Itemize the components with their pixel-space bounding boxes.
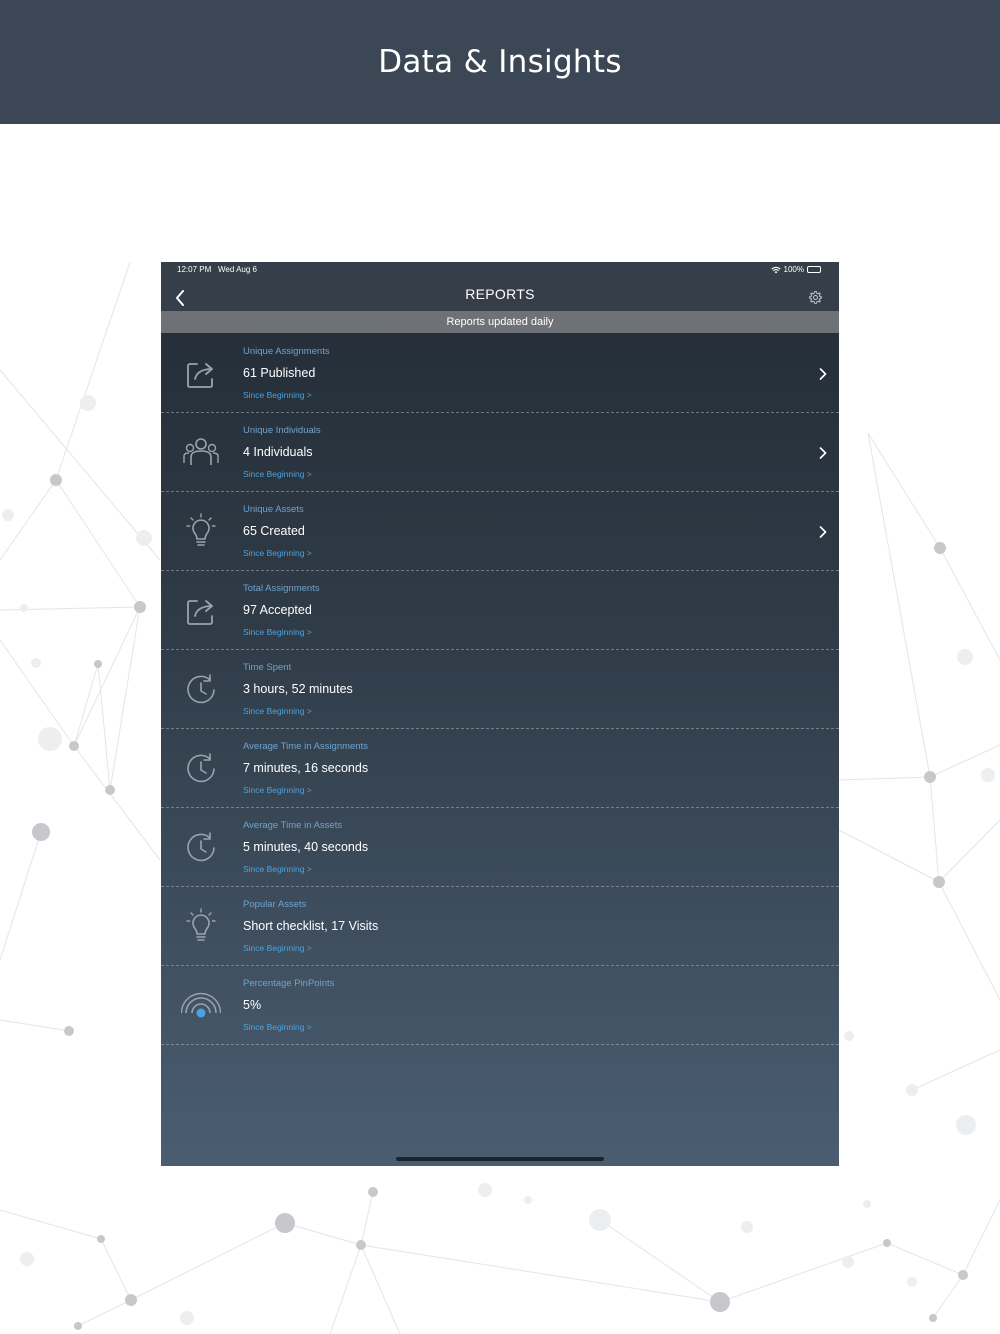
report-value: Short checklist, 17 Visits — [243, 919, 379, 933]
people-icon — [181, 433, 221, 473]
share-icon — [181, 354, 221, 394]
report-value: 4 Individuals — [243, 445, 313, 459]
report-value: 65 Created — [243, 524, 305, 538]
updated-banner: Reports updated daily — [161, 311, 839, 333]
report-label: Percentage PinPoints — [243, 978, 335, 989]
report-value: 7 minutes, 16 seconds — [243, 761, 369, 775]
report-row[interactable]: Unique Individuals 4 Individuals Since Beg… — [161, 413, 839, 492]
gear-icon — [808, 290, 822, 304]
report-label: Average Time in Assignments — [243, 741, 368, 752]
wifi-icon — [770, 266, 781, 273]
since-beginning-link[interactable]: Since Beginning > — [243, 390, 312, 400]
clock-icon — [181, 749, 221, 789]
ipad-screen: 12:07 PM Wed Aug 6 100% REPORTS Reports — [161, 262, 839, 1166]
report-value: 3 hours, 52 minutes — [243, 682, 353, 696]
report-row[interactable]: Unique Assignments 61 Published Since Begi… — [161, 334, 839, 413]
share-icon — [181, 591, 221, 631]
report-row: Average Time in Assets 5 minutes, 40 seco… — [161, 808, 839, 887]
settings-button[interactable] — [805, 287, 825, 307]
clock-icon — [181, 828, 221, 868]
report-label: Unique Individuals — [243, 425, 321, 436]
chevron-right-icon[interactable] — [817, 445, 829, 461]
page-title: REPORTS — [465, 286, 535, 302]
report-row: Average Time in Assignments 7 minutes, 16… — [161, 729, 839, 808]
since-beginning-link[interactable]: Since Beginning > — [243, 864, 312, 874]
chevron-left-icon — [176, 290, 184, 306]
lightbulb-icon — [181, 907, 221, 947]
report-label: Total Assignments — [243, 583, 320, 594]
battery-percent: 100% — [783, 265, 804, 274]
clock-icon — [181, 670, 221, 710]
banner: Data & Insights — [0, 0, 1000, 124]
report-row: Popular Assets Short checklist, 17 Visits… — [161, 887, 839, 966]
report-row: Percentage PinPoints 5% Since Beginning > — [161, 966, 839, 1045]
report-label: Unique Assets — [243, 504, 304, 515]
since-beginning-link[interactable]: Since Beginning > — [243, 785, 312, 795]
report-value: 97 Accepted — [243, 603, 312, 617]
report-label: Popular Assets — [243, 899, 307, 910]
report-value: 5% — [243, 998, 262, 1012]
lightbulb-icon — [181, 512, 221, 552]
home-indicator[interactable] — [396, 1157, 604, 1161]
since-beginning-link[interactable]: Since Beginning > — [243, 627, 312, 637]
pinpoint-signal-icon — [181, 986, 221, 1026]
chevron-right-icon[interactable] — [817, 524, 829, 540]
report-label: Time Spent — [243, 662, 292, 673]
since-beginning-link[interactable]: Since Beginning > — [243, 548, 312, 558]
since-beginning-link[interactable]: Since Beginning > — [243, 706, 312, 716]
report-list: Unique Assignments 61 Published Since Begi… — [161, 334, 839, 1045]
report-row[interactable]: Unique Assets 65 Created Since Beginning > — [161, 492, 839, 571]
banner-title: Data & Insights — [378, 44, 622, 80]
report-value: 5 minutes, 40 seconds — [243, 840, 369, 854]
since-beginning-link[interactable]: Since Beginning > — [243, 1022, 312, 1032]
status-date: Wed Aug 6 — [218, 265, 257, 274]
status-time: 12:07 PM — [177, 265, 212, 274]
status-bar: 12:07 PM Wed Aug 6 100% — [161, 262, 839, 278]
chevron-right-icon[interactable] — [817, 366, 829, 382]
status-right: 100% — [770, 265, 821, 274]
report-row: Time Spent 3 hours, 52 minutes Since Begin… — [161, 650, 839, 729]
since-beginning-link[interactable]: Since Beginning > — [243, 943, 312, 953]
report-label: Unique Assignments — [243, 346, 330, 357]
battery-icon — [807, 266, 821, 273]
since-beginning-link[interactable]: Since Beginning > — [243, 469, 312, 479]
report-value: 61 Published — [243, 366, 316, 380]
back-button[interactable] — [169, 287, 191, 309]
report-row: Total Assignments 97 Accepted Since Beginn… — [161, 571, 839, 650]
report-label: Average Time in Assets — [243, 820, 343, 831]
